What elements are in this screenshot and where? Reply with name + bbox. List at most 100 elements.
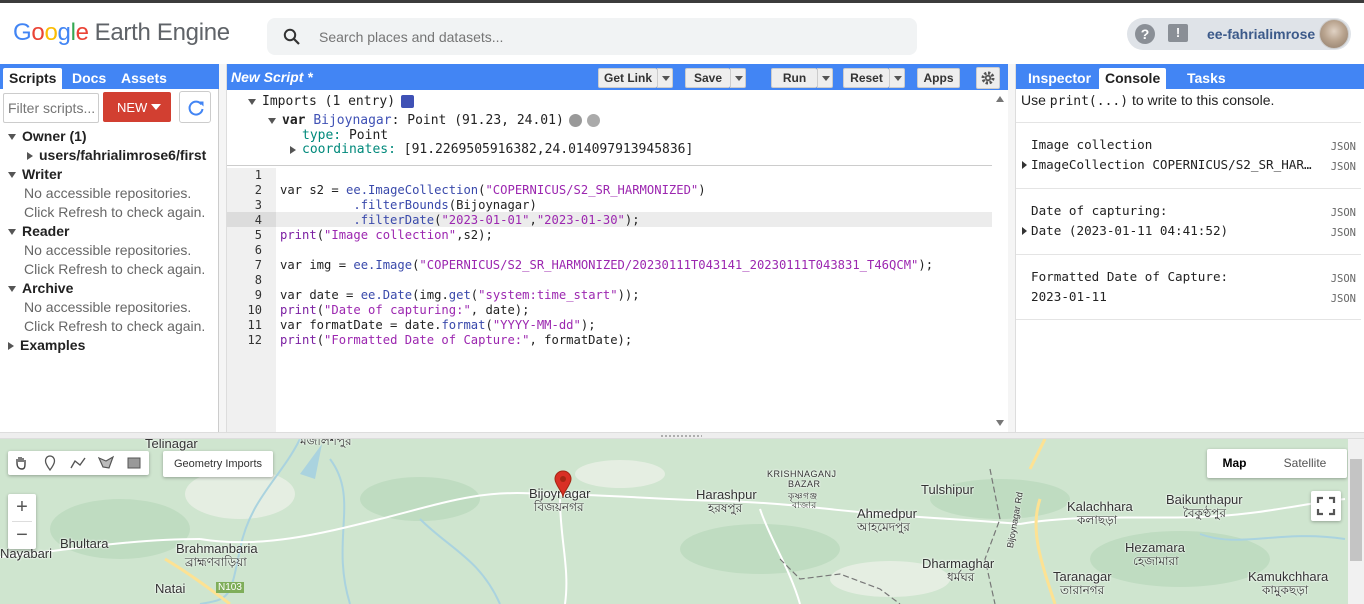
console-entry-value[interactable]: Date (2023-01-11 04:41:52) [1031,223,1228,238]
expand-arrow-icon[interactable] [1022,227,1027,235]
reset-button[interactable]: Reset [843,68,889,88]
line-icon[interactable] [70,455,86,471]
code-token: , date); [470,303,530,317]
tree-reader[interactable]: Reader [8,223,69,239]
tree-note: Click Refresh to check again. [24,318,206,334]
code-token: "Formatted Date of Capture:" [324,333,530,347]
code-token: (Bijoynagar) [448,198,537,212]
drag-grip-icon[interactable] [660,434,702,438]
imports-header[interactable]: Imports (1 entry) [248,94,415,109]
map-view[interactable]: Telinagar মজলিশপুর Bhultara Nayabari Bra… [0,439,1364,604]
expand-arrow-icon[interactable] [1022,161,1027,169]
expand-icon [8,229,16,236]
refresh-button[interactable] [179,91,211,123]
tree-repo-first[interactable]: users/fahrialimrose6/first [27,147,206,163]
marker-icon[interactable] [42,455,58,471]
json-button[interactable]: JSON [1331,141,1356,153]
username-button[interactable]: ee-fahrialimrose [1207,26,1315,42]
help-icon[interactable]: ? [1135,24,1155,44]
code-token: print [280,303,317,317]
import-var-row[interactable]: var Bijoynagar: Point (91.23, 24.01) [268,113,600,128]
google-earth-engine-logo[interactable]: Google Earth Engine [13,19,230,47]
code-token: "2023-01-30" [536,213,625,227]
panel-resize-handle-right[interactable] [1008,64,1016,432]
json-button[interactable]: JSON [1331,293,1356,305]
code-area[interactable]: var s2 = ee.ImageCollection ("COPERNICUS/… [280,168,990,432]
panel-resize-handle-left[interactable] [219,64,227,432]
rectangle-icon[interactable] [126,455,142,471]
tab-scripts[interactable]: Scripts [3,68,63,89]
search-input[interactable] [319,26,899,48]
import-coords-row[interactable]: coordinates: [91.2269505916382,24.014097… [290,142,693,157]
type-value: Point [348,128,389,143]
delete-import-icon[interactable] [586,114,600,127]
map-label: KRISHNAGANJ [767,469,837,479]
feedback-icon[interactable]: ! [1168,24,1188,42]
run-menu-button[interactable] [817,68,833,88]
get-link-button[interactable]: Get Link [598,68,657,88]
avatar[interactable] [1319,19,1349,49]
save-button[interactable]: Save [685,68,730,88]
tree-owner[interactable]: Owner (1) [8,128,87,144]
tab-inspector[interactable]: Inspector [1022,68,1097,89]
map-label: আহমেদপুর [857,520,910,534]
editor-settings-button[interactable] [976,67,1000,89]
run-button[interactable]: Run [771,68,817,88]
tree-archive[interactable]: Archive [8,280,73,296]
tab-docs[interactable]: Docs [66,68,112,89]
collapse-icon [27,152,33,161]
map-type-satellite[interactable]: Satellite [1265,449,1345,478]
json-button[interactable]: JSON [1331,161,1356,173]
new-button[interactable]: NEW [103,92,171,122]
scroll-up-icon[interactable] [996,96,1004,102]
scrollbar-thumb[interactable] [1350,459,1362,561]
line-number: 6 [254,243,262,257]
edit-settings-icon[interactable] [568,114,582,127]
map-type-map[interactable]: Map [1207,449,1262,478]
save-menu-button[interactable] [730,68,746,88]
filter-scripts-input[interactable] [3,93,99,123]
code-line-4: .filterDate("2023-01-01","2023-01-30"); [280,213,639,228]
tree-writer[interactable]: Writer [8,166,62,182]
zoom-control: + − [8,494,36,549]
map-resize-handle[interactable] [0,432,1364,439]
reset-menu-button[interactable] [889,68,905,88]
console-entry-label: Image collection [1031,137,1153,152]
zoom-in-button[interactable]: + [8,494,36,521]
map-label: হরষপুর [708,501,743,515]
json-button[interactable]: JSON [1331,207,1356,219]
fullscreen-button[interactable] [1311,491,1341,521]
tab-assets[interactable]: Assets [115,68,173,89]
left-panel: Scripts Docs Assets NEW Owner (1) users/… [0,64,219,432]
map-label: হেজামারা [1133,554,1179,568]
tree-examples[interactable]: Examples [8,337,85,353]
apps-button[interactable]: Apps [917,68,960,88]
geometry-imports-button[interactable]: Geometry Imports [163,451,273,477]
code-line-7: var img = ee.Image("COPERNICUS/S2_SR_HAR… [280,258,933,273]
map-label: Tulshipur [921,482,974,497]
map-scrollbar[interactable] [1348,439,1364,604]
pan-hand-icon[interactable] [13,455,29,471]
code-token: "COPERNICUS/S2_SR_HARMONIZED/20230111T04… [419,258,919,272]
logo-letter: g [57,19,71,46]
tab-console[interactable]: Console [1099,68,1167,89]
tree-examples-label: Examples [20,337,86,353]
console-entry-value[interactable]: ImageCollection COPERNICUS/S2_SR_HAR… [1031,157,1312,172]
get-link-menu-button[interactable] [657,68,673,88]
import-var-name[interactable]: Bijoynagar [313,113,391,128]
code-token: ); [918,258,934,272]
editor-scrollbar[interactable] [992,90,1008,432]
map-pin-icon[interactable] [554,470,572,498]
json-button[interactable]: JSON [1331,227,1356,239]
zoom-out-button[interactable]: − [8,522,36,549]
scroll-down-icon[interactable] [996,420,1004,426]
json-button[interactable]: JSON [1331,273,1356,285]
imports-section: Imports (1 entry) var Bijoynagar: Point … [227,90,992,166]
show-code-icon[interactable] [401,95,415,108]
search-box[interactable] [267,18,917,55]
tab-tasks[interactable]: Tasks [1181,68,1232,89]
polygon-icon[interactable] [98,455,114,471]
code-token: ( [485,318,493,332]
